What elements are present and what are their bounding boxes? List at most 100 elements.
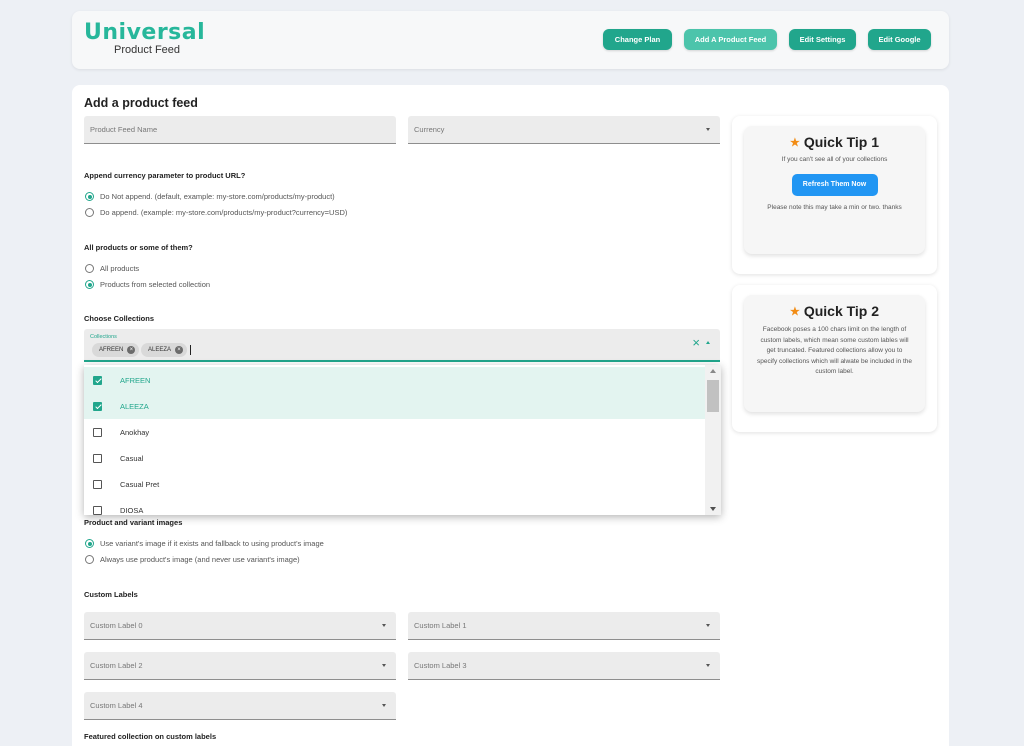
images-option-variant-label: Use variant's image if it exists and fal… [100,539,324,548]
append-option-yes[interactable]: Do append. (example: my-store.com/produc… [85,208,347,217]
collection-option-label: AFREEN [120,375,151,385]
products-option-collection[interactable]: Products from selected collection [85,280,210,289]
checkbox-icon[interactable] [93,453,102,463]
images-option-product-label: Always use product's image (and never us… [100,555,300,564]
chevron-down-icon [706,128,710,131]
page-title: Add a product feed [84,96,198,110]
collection-option-label: Anokhay [120,427,150,437]
feed-name-input[interactable]: Product Feed Name [84,116,396,144]
custom-labels-label: Custom Labels [84,590,138,599]
custom-label-1-select[interactable]: Custom Label 1 [408,612,720,640]
quick-tip-2-title: Quick Tip 2 [803,303,880,319]
append-option-no-label: Do Not append. (default, example: my-sto… [100,192,335,201]
chevron-up-icon[interactable] [706,341,710,344]
currency-select[interactable]: Currency [408,116,720,144]
chevron-down-icon [382,704,386,707]
chevron-down-icon [706,664,710,667]
quick-tip-1-heading: ★ Quick Tip 1 [744,134,925,150]
featured-collection-label: Featured collection on custom labels [84,732,217,741]
refresh-collections-button[interactable]: Refresh Them Now [791,173,878,196]
currency-placeholder: Currency [414,125,445,134]
checkbox-icon[interactable] [93,479,102,489]
collection-option[interactable]: Anokhay [84,419,705,445]
custom-label-1-placeholder: Custom Label 1 [414,621,467,630]
checkbox-checked-icon[interactable] [93,375,102,385]
custom-label-0-placeholder: Custom Label 0 [90,621,143,630]
choose-collections-label: Choose Collections [84,314,155,323]
custom-label-4-select[interactable]: Custom Label 4 [84,692,396,720]
collection-option[interactable]: Casual Pret [84,471,705,497]
quick-tip-1-line1: If you can't see all of your collections [781,156,888,163]
scroll-down-arrow-icon[interactable] [710,507,716,511]
quick-tip-1-panel: ★ Quick Tip 1 If you can't see all of yo… [744,126,925,254]
quick-tip-1-title: Quick Tip 1 [803,134,880,150]
products-option-all[interactable]: All products [85,264,139,273]
products-scope-label: All products or some of them? [84,243,193,252]
radio-icon[interactable] [85,264,94,273]
checkbox-checked-icon[interactable] [93,401,102,411]
custom-label-0-select[interactable]: Custom Label 0 [84,612,396,640]
quick-tip-2-panel: ★ Quick Tip 2 Facebook poses a 100 chars… [744,295,925,412]
chevron-down-icon [382,664,386,667]
checkbox-icon[interactable] [93,505,102,515]
custom-label-2-placeholder: Custom Label 2 [90,661,143,670]
collection-option[interactable]: DIOSA [84,497,705,515]
images-option-variant[interactable]: Use variant's image if it exists and fal… [85,539,324,548]
chip-remove-icon[interactable]: × [175,346,184,354]
collection-chip-label: ALEEZA [148,347,172,353]
chevron-down-icon [382,624,386,627]
collection-option-label: DIOSA [120,505,144,515]
edit-google-button[interactable]: Edit Google [868,29,931,50]
logo-main-text: Universal [84,20,206,45]
radio-selected-icon[interactable] [85,539,94,548]
collection-chip[interactable]: AFREEN × [92,343,140,357]
custom-label-3-select[interactable]: Custom Label 3 [408,652,720,680]
products-option-all-label: All products [100,264,140,273]
logo-sub-text: Product Feed [114,44,181,56]
clear-icon[interactable]: × [692,335,700,350]
radio-icon[interactable] [85,555,94,564]
images-option-product[interactable]: Always use product's image (and never us… [85,555,300,564]
logo: Universal Product Feed [84,20,206,57]
add-product-feed-button[interactable]: Add A Product Feed [684,29,777,50]
scroll-up-arrow-icon[interactable] [710,369,716,373]
quick-tip-2-card: ★ Quick Tip 2 Facebook poses a 100 chars… [732,285,937,432]
custom-label-3-placeholder: Custom Label 3 [414,661,467,670]
quick-tip-2-heading: ★ Quick Tip 2 [744,303,925,319]
append-option-no[interactable]: Do Not append. (default, example: my-sto… [85,192,335,201]
main-card: Add a product feed Product Feed Name Cur… [72,85,949,746]
text-caret [190,345,191,355]
dropdown-scrollbar[interactable] [705,365,721,515]
top-header: Universal Product Feed Change Plan Add A… [72,11,949,69]
feed-name-placeholder: Product Feed Name [90,125,158,134]
custom-label-2-select[interactable]: Custom Label 2 [84,652,396,680]
chevron-down-icon [706,624,710,627]
change-plan-button[interactable]: Change Plan [603,29,672,50]
images-label: Product and variant images [84,518,183,527]
collection-option[interactable]: Casual [84,445,705,471]
quick-tip-1-card: ★ Quick Tip 1 If you can't see all of yo… [732,116,937,274]
star-icon: ★ [789,136,800,149]
collection-option[interactable]: AFREEN [84,367,705,393]
radio-selected-icon[interactable] [85,192,94,201]
quick-tip-2-text: Facebook poses a 100 chars limit on the … [757,326,912,375]
collections-autocomplete[interactable]: Collections AFREEN × ALEEZA × × [84,329,720,362]
collections-dropdown-list[interactable]: AFREEN ALEEZA Anokhay Casual Casual Pret… [84,365,721,515]
radio-selected-icon[interactable] [85,280,94,289]
scrollbar-thumb[interactable] [707,380,719,412]
quick-tip-1-line2: Please note this may take a min or two. … [767,203,902,211]
append-option-yes-label: Do append. (example: my-store.com/produc… [100,208,348,217]
collection-option-label: Casual Pret [120,479,160,489]
radio-icon[interactable] [85,208,94,217]
collection-option[interactable]: ALEEZA [84,393,705,419]
collection-chip-label: AFREEN [99,347,124,353]
custom-label-4-placeholder: Custom Label 4 [90,701,143,710]
collection-chip[interactable]: ALEEZA × [141,343,188,357]
collection-option-label: Casual [120,453,144,463]
collection-option-label: ALEEZA [120,401,149,411]
checkbox-icon[interactable] [93,427,102,437]
chip-remove-icon[interactable]: × [127,346,136,354]
edit-settings-button[interactable]: Edit Settings [789,29,856,50]
star-icon: ★ [789,305,800,318]
collections-field-label: Collections [90,334,117,340]
